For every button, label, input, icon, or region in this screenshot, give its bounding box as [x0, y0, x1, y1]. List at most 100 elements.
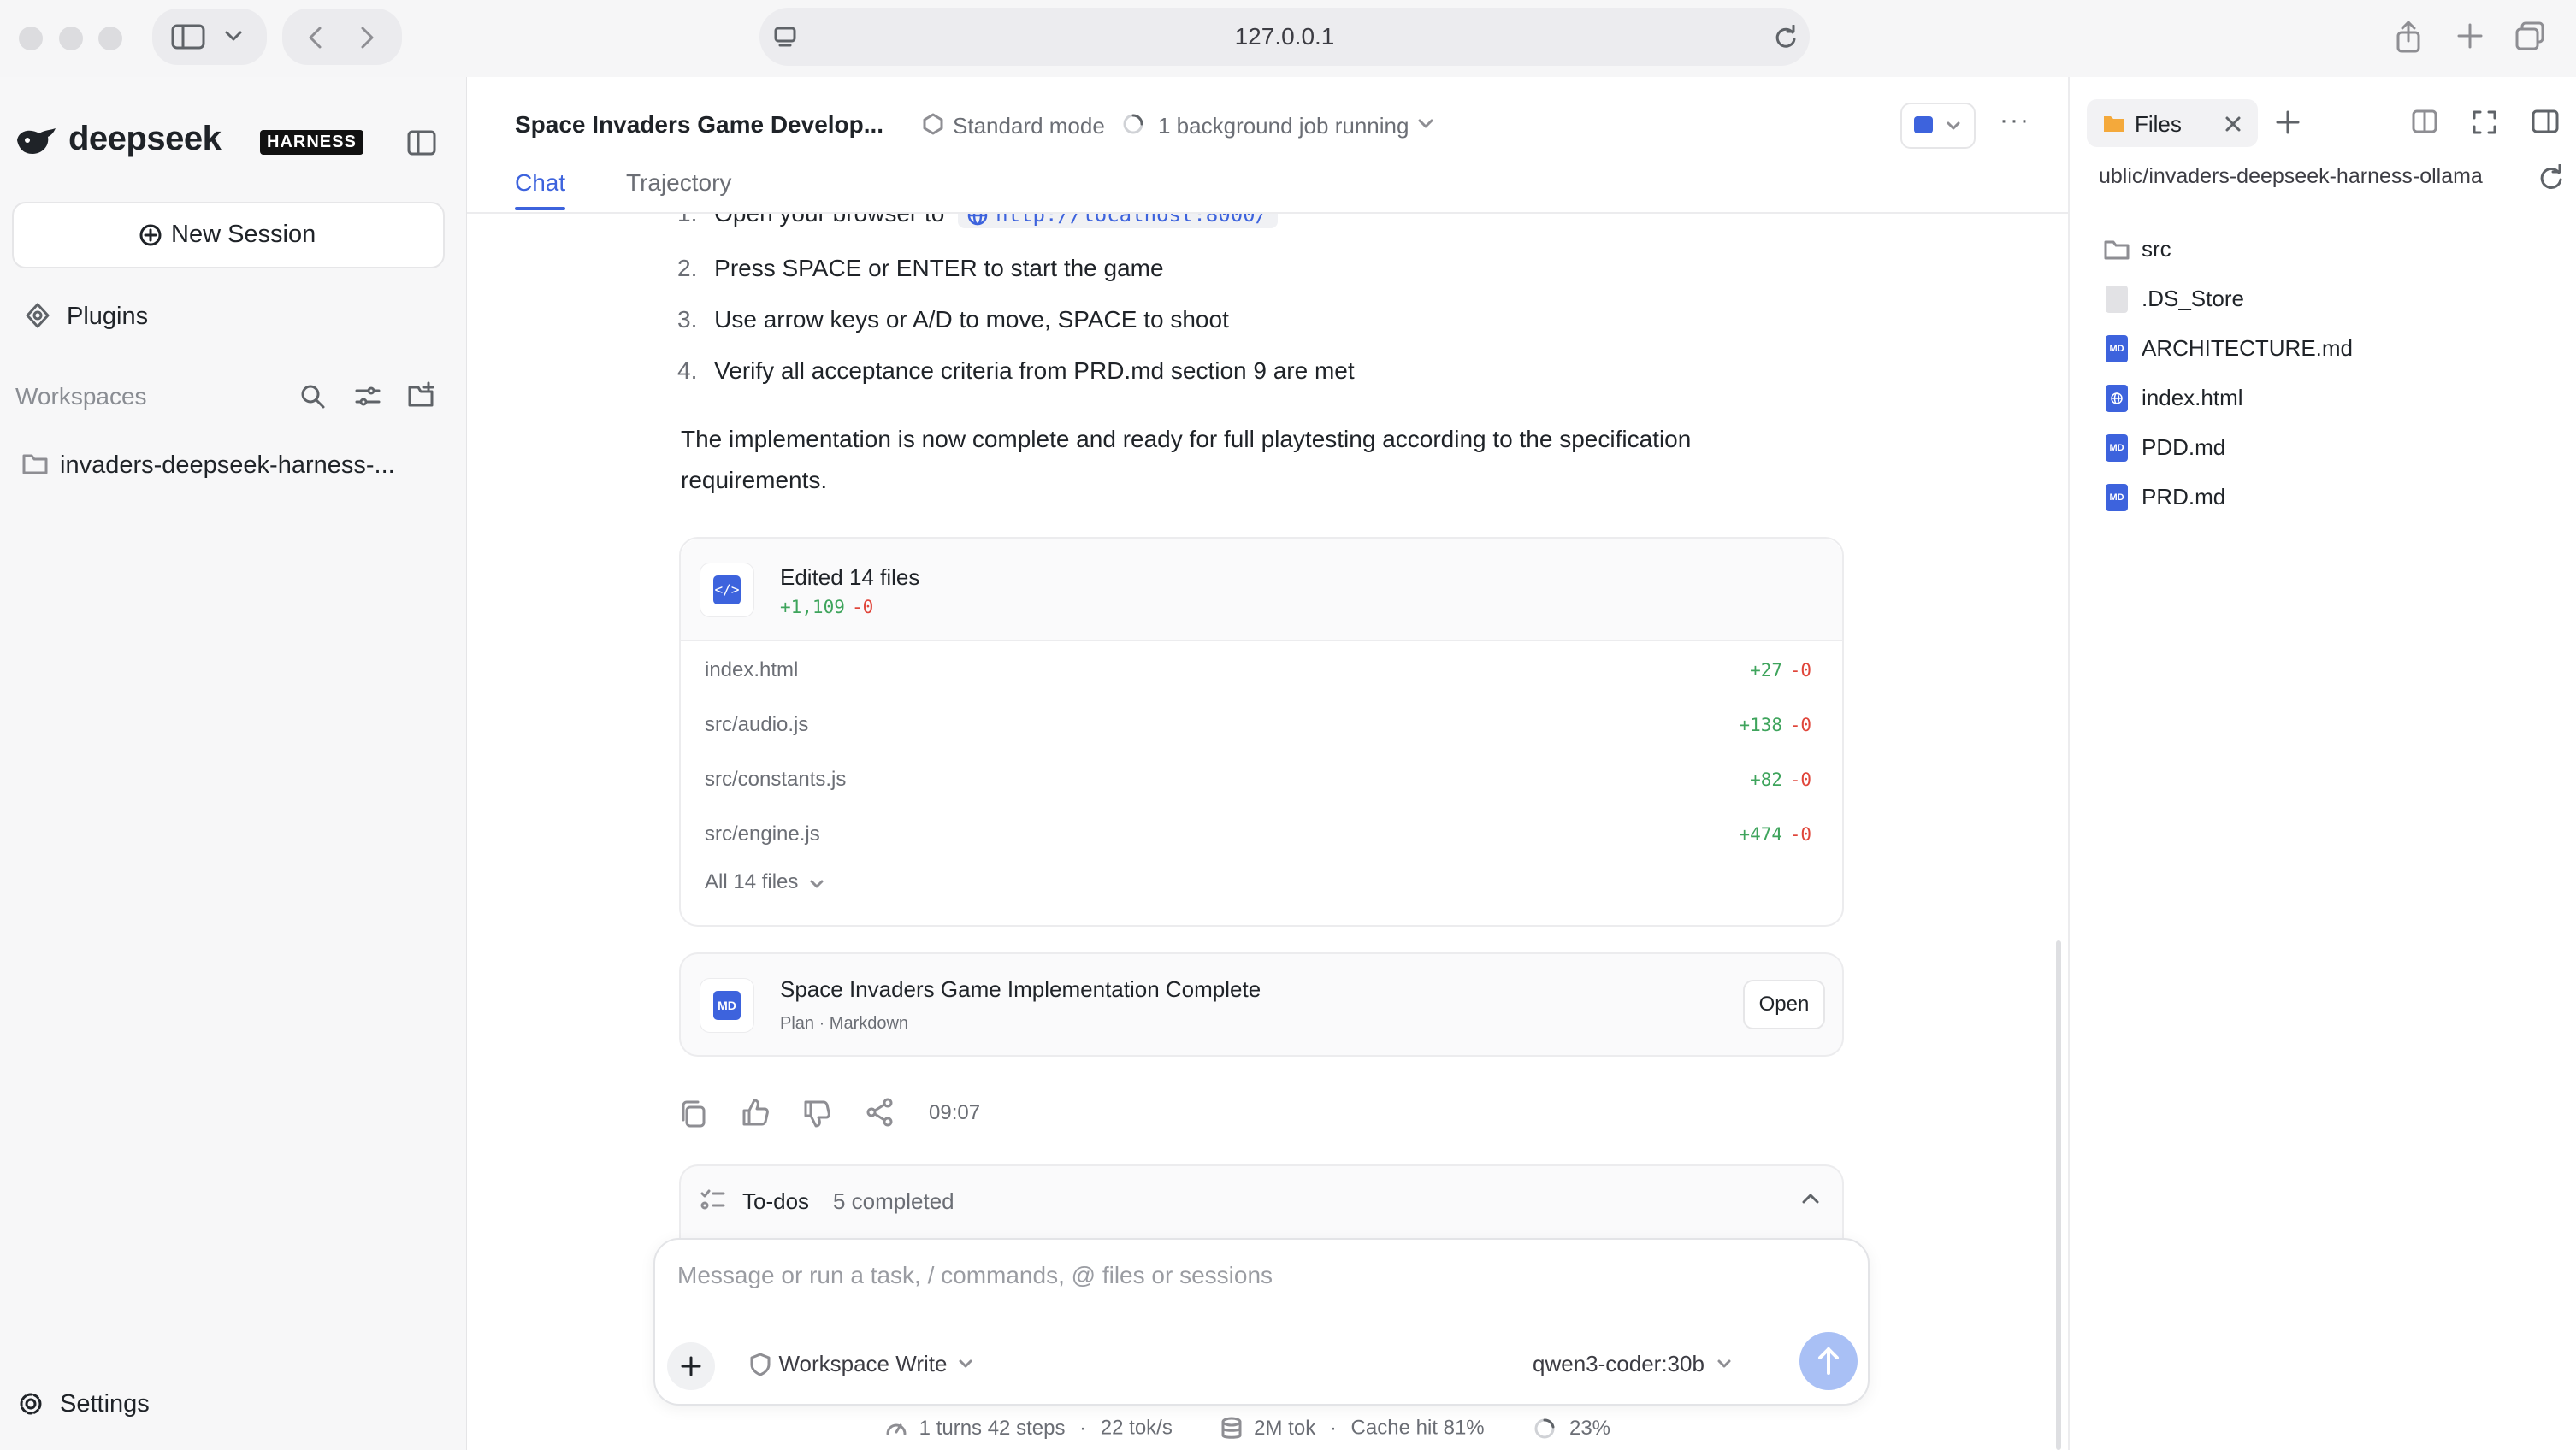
session-title[interactable]: Space Invaders Game Develop... — [515, 111, 883, 139]
tab-trajectory-label: Trajectory — [626, 169, 732, 196]
file-name: src/constants.js — [705, 768, 847, 791]
sidebar-toggle-group[interactable] — [152, 9, 267, 65]
localhost-link[interactable]: http://localhost:8000/ — [958, 214, 1279, 228]
window-minimize-button[interactable] — [59, 27, 83, 50]
gear-icon — [20, 1393, 42, 1415]
chat-scrollbar[interactable] — [2056, 940, 2061, 1450]
close-icon[interactable] — [2224, 115, 2242, 133]
folder-icon — [2104, 116, 2124, 132]
message-input[interactable]: Message or run a task, / commands, @ fil… — [677, 1262, 1823, 1289]
markdown-file-icon: MD — [700, 978, 754, 1033]
file-tree-item[interactable]: src — [2104, 233, 2446, 267]
new-session-label: New Session — [171, 221, 316, 248]
mode-icon — [923, 113, 943, 135]
file-added: +82 — [1750, 769, 1782, 790]
settings-button[interactable]: Settings — [14, 1382, 270, 1424]
todos-status: 5 completed — [833, 1188, 954, 1214]
file-tree-item[interactable]: .DS_Store — [2104, 282, 2446, 316]
file-tree-item[interactable]: MD ARCHITECTURE.md — [2104, 332, 2446, 366]
chevron-down-icon — [959, 1359, 972, 1367]
file-tree-label: index.html — [2142, 385, 2243, 410]
filter-icon[interactable] — [354, 383, 381, 410]
composer: Message or run a task, / commands, @ fil… — [653, 1238, 1870, 1406]
model-label: qwen3-coder:30b — [1533, 1351, 1705, 1376]
tab-files[interactable]: Files — [2087, 99, 2258, 147]
chat-area: 1. Open your browser to http://localhost… — [467, 214, 2068, 1240]
workspace-name: invaders-deepseek-harness-... — [60, 451, 395, 479]
edited-files-header[interactable]: </> Edited 14 files +1,109 -0 — [681, 539, 1842, 641]
model-selector[interactable]: qwen3-coder:30b — [1533, 1351, 1732, 1385]
status-bar: 1 turns 42 steps · 22 tok/s 2M tok · Cac… — [884, 1416, 1610, 1447]
share-icon[interactable] — [866, 1098, 895, 1127]
view-toggle-button[interactable] — [1900, 103, 1976, 149]
share-icon[interactable] — [2395, 21, 2422, 55]
file-tree-item[interactable]: index.html — [2104, 381, 2446, 416]
open-plan-button[interactable]: Open — [1743, 980, 1825, 1029]
file-added: +474 — [1739, 824, 1782, 845]
file-tree-label: .DS_Store — [2142, 286, 2244, 311]
collapse-sidebar-icon[interactable] — [407, 130, 436, 156]
table-row[interactable]: src/engine.js +474 -0 — [681, 807, 1842, 862]
plan-title: Space Invaders Game Implementation Compl… — [780, 976, 1261, 1002]
file-tree-label: ARCHITECTURE.md — [2142, 335, 2354, 361]
permission-selector[interactable]: Workspace Write — [749, 1351, 973, 1385]
thumbs-down-icon[interactable] — [802, 1099, 831, 1129]
file-tree-item[interactable]: MD PRD.md — [2104, 480, 2446, 515]
table-row[interactable]: src/audio.js +138 -0 — [681, 698, 1842, 752]
file-icon — [2106, 286, 2128, 313]
window-zoom-button[interactable] — [98, 27, 122, 50]
new-tab-icon[interactable] — [2456, 22, 2484, 50]
plan-card[interactable]: MD Space Invaders Game Implementation Co… — [679, 952, 1844, 1057]
fullscreen-icon[interactable] — [2472, 109, 2497, 135]
tab-overview-icon[interactable] — [2514, 21, 2545, 51]
file-removed: -0 — [1789, 824, 1811, 845]
deepseek-whale-icon — [17, 128, 56, 154]
sidebar-icon — [171, 24, 205, 50]
file-removed: -0 — [1789, 660, 1811, 681]
sidebar-item-plugins[interactable]: Plugins — [14, 294, 441, 337]
active-tab-indicator — [515, 207, 566, 210]
step-number: 1. — [677, 214, 697, 227]
context-percent: 23% — [1569, 1416, 1611, 1440]
add-tab-icon[interactable] — [2275, 109, 2301, 135]
table-row[interactable]: index.html +27 -0 — [681, 643, 1842, 698]
table-row[interactable]: src/constants.js +82 -0 — [681, 752, 1842, 807]
todos-panel[interactable]: To-dos 5 completed — [679, 1164, 1844, 1240]
current-path[interactable]: ublic/invaders-deepseek-harness-ollama — [2099, 164, 2526, 198]
address-bar[interactable]: 127.0.0.1 — [759, 8, 1810, 66]
background-jobs-label[interactable]: 1 background job running — [1158, 113, 1409, 139]
send-button[interactable] — [1799, 1332, 1858, 1390]
back-arrow-icon[interactable] — [306, 26, 323, 50]
step-text: Verify all acceptance criteria from PRD.… — [714, 357, 1355, 384]
search-icon[interactable] — [299, 383, 327, 410]
mode-label[interactable]: Standard mode — [953, 113, 1105, 139]
split-view-icon[interactable] — [2412, 109, 2437, 133]
window-close-button[interactable] — [19, 27, 43, 50]
thumbs-up-icon[interactable] — [741, 1098, 770, 1127]
file-tree-item[interactable]: MD PDD.md — [2104, 431, 2446, 465]
tab-chat-label: Chat — [515, 169, 566, 196]
tab-chat[interactable]: Chat — [515, 169, 566, 212]
tab-trajectory[interactable]: Trajectory — [626, 169, 731, 212]
cache-hit: Cache hit 81% — [1350, 1416, 1485, 1440]
all-files-toggle[interactable]: All 14 files — [705, 870, 824, 905]
more-options-icon[interactable]: ··· — [2000, 106, 2030, 135]
new-session-button[interactable]: New Session — [12, 202, 445, 268]
workspace-item[interactable]: invaders-deepseek-harness-... — [14, 443, 441, 486]
arrow-up-icon — [1818, 1347, 1839, 1375]
reload-icon[interactable] — [1774, 25, 1798, 50]
html-file-icon — [2106, 385, 2128, 412]
refresh-icon[interactable] — [2538, 164, 2564, 192]
forward-arrow-icon[interactable] — [359, 26, 376, 50]
shield-icon — [750, 1353, 771, 1376]
copy-icon[interactable] — [679, 1099, 708, 1129]
all-files-label: All 14 files — [705, 870, 799, 893]
brand-badge: HARNESS — [260, 130, 363, 155]
file-tree-label: PRD.md — [2142, 484, 2226, 510]
md-badge: MD — [713, 991, 741, 1020]
attach-button[interactable] — [667, 1342, 715, 1390]
step-item: 4. Verify all acceptance criteria from P… — [677, 357, 1355, 385]
toggle-panel-icon[interactable] — [2532, 109, 2559, 133]
new-folder-icon[interactable] — [407, 381, 436, 410]
chevron-down-icon[interactable] — [1418, 118, 1433, 130]
